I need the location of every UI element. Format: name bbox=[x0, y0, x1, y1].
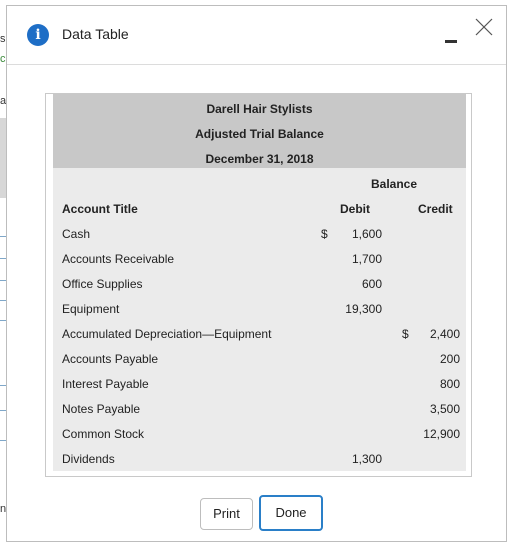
account-name: Accounts Payable bbox=[62, 352, 159, 366]
dialog-title: Data Table bbox=[62, 26, 129, 42]
company-name: Darell Hair Stylists bbox=[206, 102, 313, 116]
info-icon: i bbox=[27, 24, 49, 46]
data-table-dialog: i Data Table Darell Hair Stylists Adjust… bbox=[6, 5, 507, 542]
debit-amount: 1,700 bbox=[351, 252, 382, 266]
account-name: Accounts Receivable bbox=[62, 252, 175, 266]
table-row: Equipment 19,300 bbox=[46, 302, 459, 327]
table-row: Dividends 1,300 bbox=[46, 452, 459, 477]
credit-amount: 2,400 bbox=[429, 327, 460, 341]
account-name: Notes Payable bbox=[62, 402, 141, 416]
account-name: Common Stock bbox=[62, 427, 145, 441]
debit-amount: 600 bbox=[361, 277, 382, 291]
debit-amount: 1,600 bbox=[351, 227, 382, 241]
minimize-icon[interactable] bbox=[445, 40, 457, 43]
credit-amount: 200 bbox=[439, 352, 460, 366]
debit-header: Debit bbox=[340, 202, 370, 216]
table-row: Accumulated Depreciation—Equipment $ 2,4… bbox=[46, 327, 460, 352]
table-row: Common Stock 12,900 bbox=[46, 427, 460, 452]
table-row: Cash $ 1,600 bbox=[46, 227, 459, 252]
credit-amount: 12,900 bbox=[423, 427, 460, 441]
background-text-fragment: s bbox=[0, 33, 6, 45]
account-name: Office Supplies bbox=[62, 277, 143, 291]
debit-amount: 1,300 bbox=[351, 452, 382, 466]
table-body: Balance Account Title Debit Credit Cash … bbox=[53, 168, 466, 471]
report-date: December 31, 2018 bbox=[205, 152, 314, 166]
table-row: Office Supplies 600 bbox=[46, 277, 459, 302]
account-name: Cash bbox=[62, 227, 91, 241]
report-title: Adjusted Trial Balance bbox=[195, 127, 324, 141]
table-row: Interest Payable 800 bbox=[46, 377, 460, 402]
dialog-title-bar: i Data Table bbox=[7, 6, 506, 65]
credit-amount: 3,500 bbox=[429, 402, 460, 416]
credit-header: Credit bbox=[418, 202, 453, 216]
trial-balance-table: Darell Hair Stylists Adjusted Trial Bala… bbox=[45, 93, 472, 477]
table-header-band: Darell Hair Stylists Adjusted Trial Bala… bbox=[53, 94, 466, 168]
account-name: Interest Payable bbox=[62, 377, 149, 391]
table-row: Notes Payable 3,500 bbox=[46, 402, 460, 427]
print-button[interactable]: Print bbox=[200, 498, 253, 530]
credit-amount: 800 bbox=[439, 377, 460, 391]
account-title-header: Account Title bbox=[62, 202, 138, 216]
credit-currency-symbol: $ bbox=[402, 327, 409, 341]
table-row: Accounts Receivable 1,700 bbox=[46, 252, 459, 277]
debit-currency-symbol: $ bbox=[321, 227, 328, 241]
close-icon[interactable] bbox=[473, 16, 495, 38]
account-name: Accumulated Depreciation—Equipment bbox=[62, 327, 272, 341]
account-name: Equipment bbox=[62, 302, 120, 316]
done-button[interactable]: Done bbox=[259, 495, 323, 531]
background-text-fragment: c bbox=[0, 53, 6, 65]
table-row: Accounts Payable 200 bbox=[46, 352, 460, 377]
account-name: Dividends bbox=[62, 452, 115, 466]
balance-header: Balance bbox=[371, 177, 418, 191]
debit-amount: 19,300 bbox=[345, 302, 382, 316]
